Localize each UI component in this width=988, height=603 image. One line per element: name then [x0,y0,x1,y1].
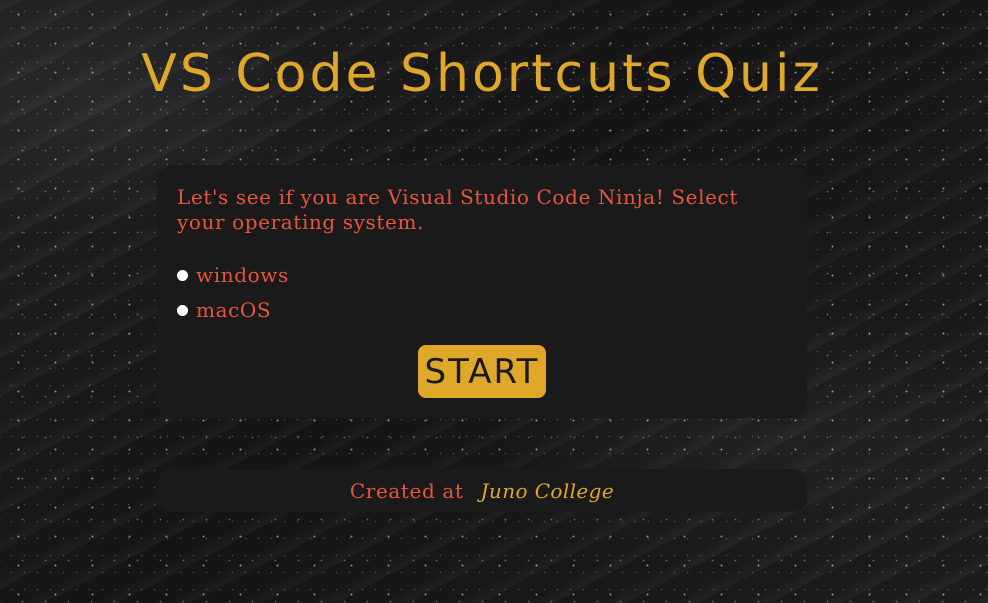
footer-text: Created at [349,478,464,503]
radio-macos[interactable] [177,305,188,316]
radio-windows[interactable] [177,270,188,281]
footer: Created at Juno College [157,469,807,512]
option-macos[interactable]: macOS [177,292,787,327]
juno-college-link[interactable]: Juno College [481,479,615,503]
option-windows-label: windows [196,262,289,287]
quiz-card: Let's see if you are Visual Studio Code … [157,165,807,418]
option-macos-label: macOS [196,297,272,322]
start-button[interactable]: START [418,345,546,398]
option-windows[interactable]: windows [177,257,787,292]
os-options: windows macOS [177,257,787,327]
page-title: VS Code Shortcuts Quiz [141,44,823,104]
quiz-prompt: Let's see if you are Visual Studio Code … [177,185,738,234]
